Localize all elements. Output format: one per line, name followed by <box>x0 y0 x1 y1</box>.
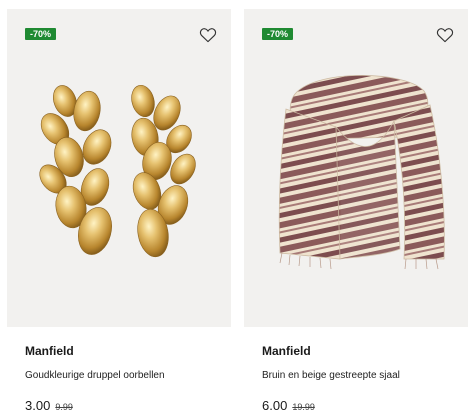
product-old-price: 19.99 <box>292 402 315 412</box>
striped-scarf-image <box>278 74 445 270</box>
product-name[interactable]: Bruin en beige gestreepte sjaal <box>262 370 468 382</box>
product-brand: Manfield <box>262 344 311 358</box>
product-price: 3.00 <box>25 398 51 413</box>
product-media[interactable]: -70% <box>244 9 468 327</box>
product-brand: Manfield <box>25 344 74 358</box>
product-card[interactable]: -70% Manfield Goudkleurige druppel oorbe… <box>7 9 231 414</box>
product-info: Manfield Goudkleurige druppel oorbellen … <box>7 327 231 414</box>
heart-icon[interactable] <box>436 26 454 43</box>
product-old-price: 9.99 <box>55 402 73 412</box>
gold-earrings-image <box>39 84 196 258</box>
price-row: 6.00 19.99 <box>262 398 468 414</box>
price-row: 3.00 9.99 <box>25 398 231 414</box>
product-media[interactable]: -70% <box>7 9 231 327</box>
product-card[interactable]: -70% Manfield Bruin en beige gestreepte … <box>244 9 468 414</box>
product-info: Manfield Bruin en beige gestreepte sjaal… <box>244 327 468 414</box>
product-name[interactable]: Goudkleurige druppel oorbellen <box>25 370 231 382</box>
heart-icon[interactable] <box>199 26 217 43</box>
product-price: 6.00 <box>262 398 288 413</box>
discount-badge: -70% <box>25 28 57 40</box>
discount-badge: -70% <box>262 28 294 40</box>
